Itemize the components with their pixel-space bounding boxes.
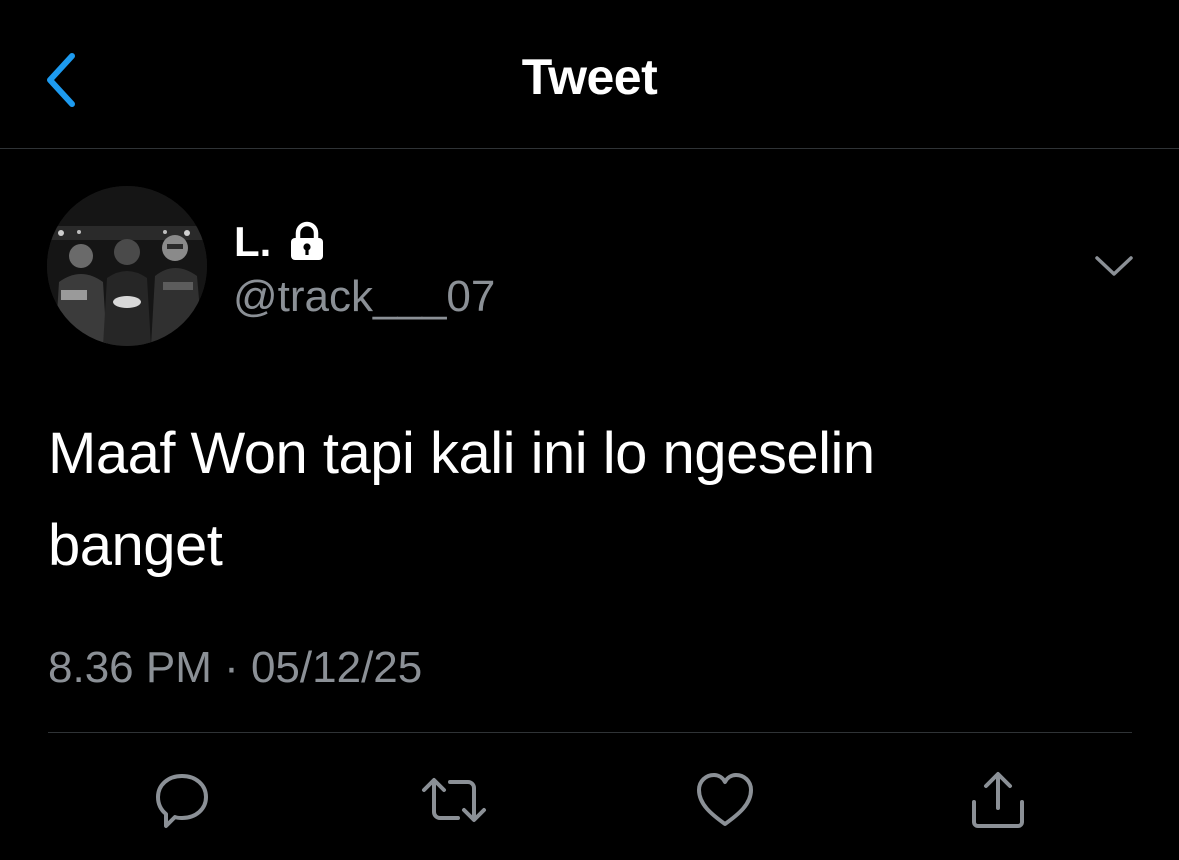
share-button[interactable] (962, 764, 1034, 836)
author-handle[interactable]: @track___07 (233, 272, 495, 322)
tweet-timestamp[interactable]: 8.36 PM · 05/12/25 (48, 643, 422, 693)
tweet-text: Maaf Won tapi kali ini lo ngeselin bange… (48, 408, 1128, 592)
page-title: Tweet (521, 49, 658, 105)
share-icon (972, 772, 1024, 828)
retweet-icon (422, 778, 486, 822)
display-name-text: L. (234, 218, 272, 265)
tweet-text-line: Maaf Won tapi kali ini lo ngeselin (48, 421, 875, 486)
like-button[interactable] (689, 764, 761, 836)
retweet-button[interactable] (418, 764, 490, 836)
lock-icon (285, 220, 329, 264)
tweet-text-line: banget (48, 513, 223, 578)
top-bar: Tweet (0, 0, 1179, 149)
avatar[interactable] (47, 186, 207, 346)
author-display-name[interactable]: L. (234, 218, 329, 266)
reply-icon (156, 774, 208, 828)
avatar-photo (47, 186, 207, 346)
reply-button[interactable] (146, 764, 218, 836)
chevron-down-icon (1095, 256, 1133, 276)
divider (48, 732, 1132, 733)
tweet-options-button[interactable] (1088, 244, 1140, 288)
like-icon (697, 773, 753, 826)
